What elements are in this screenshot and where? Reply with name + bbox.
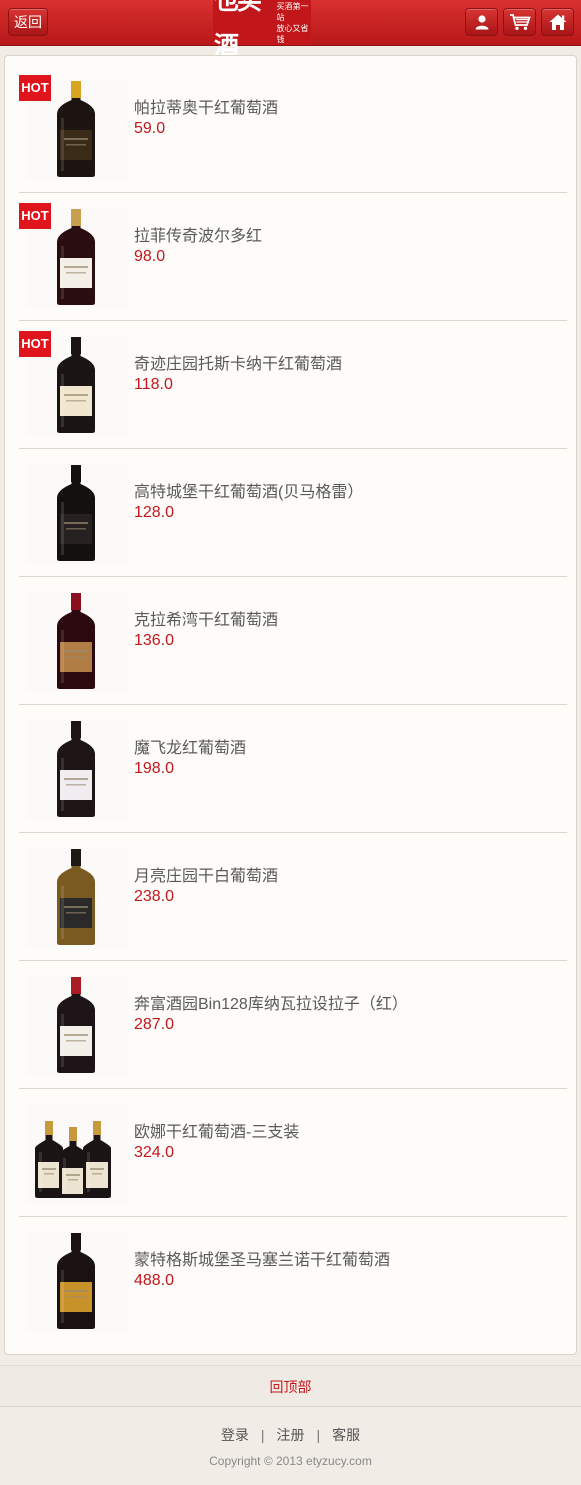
product-name[interactable]: 高特城堡干红葡萄酒(贝马格雷） xyxy=(134,478,363,502)
product-item[interactable]: HOT 奇迹庄园托斯卡纳干红葡萄酒 118.0 xyxy=(19,322,567,449)
footer-separator: | xyxy=(316,1427,321,1443)
product-name[interactable]: 奔富酒园Bin128库纳瓦拉设拉子（红） xyxy=(134,990,408,1014)
product-image[interactable] xyxy=(27,848,127,948)
product-name[interactable]: 克拉希湾干红葡萄酒 xyxy=(134,606,278,630)
logo-slogan-line1: 买酒第一站 xyxy=(276,1,309,22)
hot-badge: HOT xyxy=(19,75,51,101)
product-price: 59.0 xyxy=(134,120,166,137)
product-name[interactable]: 帕拉蒂奥干红葡萄酒 xyxy=(134,94,278,118)
product-image[interactable] xyxy=(27,976,127,1076)
wine-bottle-image xyxy=(57,1233,95,1329)
wine-bottle-image xyxy=(57,593,95,689)
product-price: 118.0 xyxy=(134,376,173,393)
footer-separator: | xyxy=(260,1427,265,1443)
register-link[interactable]: 注册 xyxy=(277,1427,305,1443)
customer-service-link[interactable]: 客服 xyxy=(332,1427,360,1443)
user-icon xyxy=(475,15,488,30)
wine-bottle-image xyxy=(57,465,95,561)
product-item[interactable]: HOT 帕拉蒂奥干红葡萄酒 59.0 xyxy=(19,66,567,193)
home-button[interactable] xyxy=(541,8,574,36)
back-button[interactable]: 返回 xyxy=(8,8,48,36)
product-name[interactable]: 拉菲传奇波尔多红 xyxy=(134,222,262,246)
product-item[interactable]: 月亮庄园干白葡萄酒 238.0 xyxy=(19,834,567,961)
product-image[interactable] xyxy=(27,720,127,820)
wine-bottle-image xyxy=(35,1121,111,1198)
product-item[interactable]: 高特城堡干红葡萄酒(贝马格雷） 128.0 xyxy=(19,450,567,577)
logo-slogan: 买酒第一站 放心又省钱 xyxy=(277,1,311,45)
product-name[interactable]: 蒙特格斯城堡圣马塞兰诺干红葡萄酒 xyxy=(134,1246,390,1270)
back-to-top-link[interactable]: 回顶部 xyxy=(0,1365,581,1407)
product-item[interactable]: 克拉希湾干红葡萄酒 136.0 xyxy=(19,578,567,705)
product-price: 136.0 xyxy=(134,632,175,649)
product-item[interactable]: 蒙特格斯城堡圣马塞兰诺干红葡萄酒 488.0 xyxy=(19,1218,567,1345)
wine-bottle-image xyxy=(57,849,95,945)
footer-links: 登录 | 注册 | 客服 xyxy=(0,1425,581,1445)
product-item[interactable]: HOT 拉菲传奇波尔多红 98.0 xyxy=(19,194,567,321)
product-name[interactable]: 月亮庄园干白葡萄酒 xyxy=(134,862,278,886)
product-image[interactable] xyxy=(27,464,127,564)
wine-bottle-image xyxy=(57,977,95,1073)
product-price: 287.0 xyxy=(134,1016,175,1033)
product-price: 128.0 xyxy=(134,504,175,521)
product-item[interactable]: 奔富酒园Bin128库纳瓦拉设拉子（红） 287.0 xyxy=(19,962,567,1089)
product-price: 488.0 xyxy=(134,1272,175,1289)
logo-slogan-line2: 放心又省钱 xyxy=(276,23,309,44)
product-name[interactable]: 欧娜干红葡萄酒-三支装 xyxy=(134,1118,299,1142)
product-item[interactable]: 欧娜干红葡萄酒-三支装 324.0 xyxy=(19,1090,567,1217)
login-link[interactable]: 登录 xyxy=(221,1427,249,1443)
site-logo[interactable]: 也买酒 买酒第一站 放心又省钱 xyxy=(213,0,311,60)
copyright-text: Copyright © 2013 etyzucy.com xyxy=(209,1454,372,1468)
hot-badge: HOT xyxy=(19,203,51,229)
product-name[interactable]: 魔飞龙红葡萄酒 xyxy=(134,734,246,758)
product-name[interactable]: 奇迹庄园托斯卡纳干红葡萄酒 xyxy=(134,350,342,374)
product-image[interactable] xyxy=(27,1232,127,1332)
user-button[interactable] xyxy=(465,8,498,36)
product-image[interactable] xyxy=(27,1104,127,1204)
product-price: 238.0 xyxy=(134,888,175,905)
product-image[interactable] xyxy=(27,592,127,692)
product-item[interactable]: 魔飞龙红葡萄酒 198.0 xyxy=(19,706,567,833)
product-price: 98.0 xyxy=(134,248,166,265)
wine-bottle-image xyxy=(57,721,95,817)
product-price: 198.0 xyxy=(134,760,175,777)
hot-badge: HOT xyxy=(19,331,51,357)
cart-icon xyxy=(509,14,531,30)
product-list: HOT 帕拉蒂奥干红葡萄酒 59.0 HOT 拉菲传奇波尔多红 98.0 HOT 奇迹庄园托斯… xyxy=(4,55,577,1355)
home-icon xyxy=(549,14,566,30)
product-price: 324.0 xyxy=(134,1144,175,1161)
top-header-bar: 返回 也买酒 买酒第一站 放心又省钱 xyxy=(0,0,581,60)
cart-button[interactable] xyxy=(503,8,536,36)
